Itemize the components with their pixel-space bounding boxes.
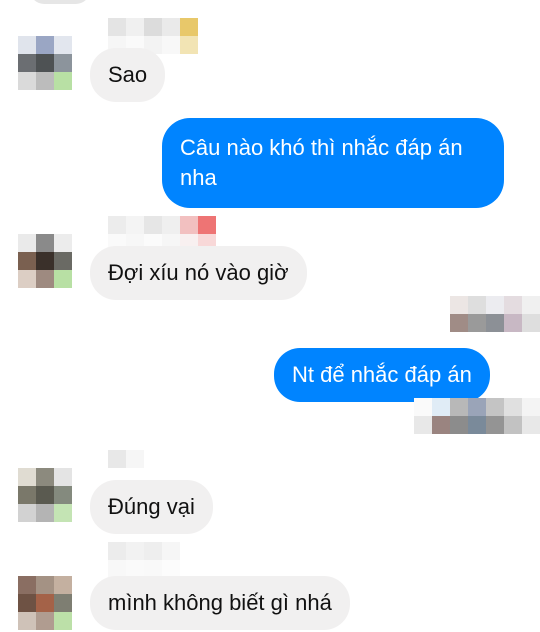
message-text: Nt để nhắc đáp án [292, 362, 472, 387]
message-bubble-incoming[interactable]: mình không biết gì nhá [90, 576, 350, 630]
blurred-sender-name [108, 542, 180, 578]
message-bubble-incoming[interactable]: Đợi xíu nó vào giờ [90, 246, 307, 300]
blurred-seen-avatars [414, 398, 540, 434]
avatar[interactable] [18, 576, 72, 630]
message-text: Đợi xíu nó vào giờ [108, 260, 289, 285]
message-bubble-incoming[interactable]: Đúng vại [90, 480, 213, 534]
message-text: Đúng vại [108, 494, 195, 519]
blurred-sender-name [108, 450, 144, 468]
message-bubble-incoming[interactable]: Sao [90, 48, 166, 102]
message-bubble-outgoing[interactable]: Nt để nhắc đáp án [274, 348, 490, 402]
avatar[interactable] [18, 468, 72, 522]
previous-message-edge [30, 0, 90, 4]
message-text: mình không biết gì nhá [108, 590, 332, 615]
message-text: Câu nào khó thì nhắc đáp án nha [180, 135, 463, 190]
avatar[interactable] [18, 36, 72, 90]
message-bubble-outgoing[interactable]: Câu nào khó thì nhắc đáp án nha [162, 118, 504, 208]
message-text: Sao [108, 62, 148, 87]
blurred-seen-avatars [450, 296, 540, 332]
avatar[interactable] [18, 234, 72, 288]
